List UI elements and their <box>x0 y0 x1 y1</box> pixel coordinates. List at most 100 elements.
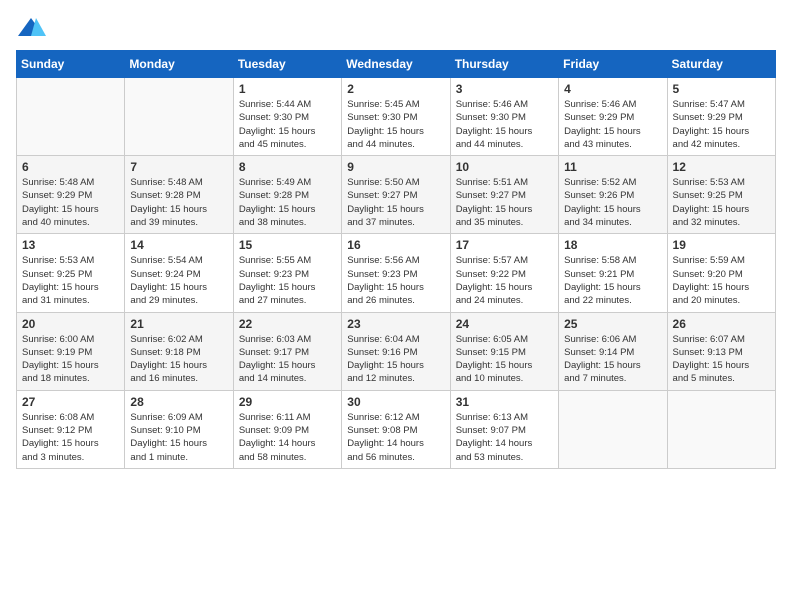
day-number: 25 <box>564 317 661 331</box>
day-info: Sunrise: 5:47 AM Sunset: 9:29 PM Dayligh… <box>673 98 770 151</box>
day-number: 26 <box>673 317 770 331</box>
calendar-cell: 13 Sunrise: 5:53 AM Sunset: 9:25 PM Dayli… <box>17 234 125 312</box>
day-info: Sunrise: 6:03 AM Sunset: 9:17 PM Dayligh… <box>239 333 336 386</box>
calendar-week-row: 6 Sunrise: 5:48 AM Sunset: 9:29 PM Daylig… <box>17 156 776 234</box>
calendar-cell: 24Sunrise: 6:05 AM Sunset: 9:15 PM Dayli… <box>450 312 558 390</box>
day-number: 7 <box>130 160 227 174</box>
calendar-cell: 1Sunrise: 5:44 AM Sunset: 9:30 PM Daylig… <box>233 78 341 156</box>
calendar-cell: 5 Sunrise: 5:47 AM Sunset: 9:29 PM Daylig… <box>667 78 775 156</box>
day-number: 30 <box>347 395 444 409</box>
calendar-header-row: SundayMondayTuesdayWednesdayThursdayFrid… <box>17 51 776 78</box>
calendar-cell: 31Sunrise: 6:13 AM Sunset: 9:07 PM Dayli… <box>450 390 558 468</box>
day-number: 10 <box>456 160 553 174</box>
day-info: Sunrise: 5:53 AM Sunset: 9:25 PM Dayligh… <box>673 176 770 229</box>
day-number: 24 <box>456 317 553 331</box>
day-number: 3 <box>456 82 553 96</box>
day-info: Sunrise: 6:00 AM Sunset: 9:19 PM Dayligh… <box>22 333 119 386</box>
day-of-week-header: Sunday <box>17 51 125 78</box>
day-info: Sunrise: 5:57 AM Sunset: 9:22 PM Dayligh… <box>456 254 553 307</box>
calendar-cell: 25 Sunrise: 6:06 AM Sunset: 9:14 PM Dayli… <box>559 312 667 390</box>
calendar-week-row: 20 Sunrise: 6:00 AM Sunset: 9:19 PM Dayli… <box>17 312 776 390</box>
day-number: 29 <box>239 395 336 409</box>
calendar-cell: 18 Sunrise: 5:58 AM Sunset: 9:21 PM Dayli… <box>559 234 667 312</box>
day-number: 21 <box>130 317 227 331</box>
calendar-cell: 30Sunrise: 6:12 AM Sunset: 9:08 PM Dayli… <box>342 390 450 468</box>
day-info: Sunrise: 5:48 AM Sunset: 9:29 PM Dayligh… <box>22 176 119 229</box>
day-number: 12 <box>673 160 770 174</box>
day-number: 27 <box>22 395 119 409</box>
calendar-cell: 8 Sunrise: 5:49 AM Sunset: 9:28 PM Daylig… <box>233 156 341 234</box>
calendar-cell: 16 Sunrise: 5:56 AM Sunset: 9:23 PM Dayli… <box>342 234 450 312</box>
day-info: Sunrise: 6:04 AM Sunset: 9:16 PM Dayligh… <box>347 333 444 386</box>
day-info: Sunrise: 5:55 AM Sunset: 9:23 PM Dayligh… <box>239 254 336 307</box>
calendar-cell <box>17 78 125 156</box>
calendar-cell: 7 Sunrise: 5:48 AM Sunset: 9:28 PM Daylig… <box>125 156 233 234</box>
day-info: Sunrise: 5:56 AM Sunset: 9:23 PM Dayligh… <box>347 254 444 307</box>
day-info: Sunrise: 5:52 AM Sunset: 9:26 PM Dayligh… <box>564 176 661 229</box>
day-number: 15 <box>239 238 336 252</box>
day-number: 2 <box>347 82 444 96</box>
day-of-week-header: Saturday <box>667 51 775 78</box>
day-number: 14 <box>130 238 227 252</box>
calendar-cell: 22Sunrise: 6:03 AM Sunset: 9:17 PM Dayli… <box>233 312 341 390</box>
day-info: Sunrise: 6:13 AM Sunset: 9:07 PM Dayligh… <box>456 411 553 464</box>
day-info: Sunrise: 5:53 AM Sunset: 9:25 PM Dayligh… <box>22 254 119 307</box>
calendar-cell: 28Sunrise: 6:09 AM Sunset: 9:10 PM Dayli… <box>125 390 233 468</box>
day-info: Sunrise: 5:49 AM Sunset: 9:28 PM Dayligh… <box>239 176 336 229</box>
day-number: 13 <box>22 238 119 252</box>
calendar-cell: 3 Sunrise: 5:46 AM Sunset: 9:30 PM Daylig… <box>450 78 558 156</box>
day-info: Sunrise: 5:58 AM Sunset: 9:21 PM Dayligh… <box>564 254 661 307</box>
day-info: Sunrise: 5:59 AM Sunset: 9:20 PM Dayligh… <box>673 254 770 307</box>
calendar-week-row: 1Sunrise: 5:44 AM Sunset: 9:30 PM Daylig… <box>17 78 776 156</box>
calendar-cell: 29 Sunrise: 6:11 AM Sunset: 9:09 PM Dayli… <box>233 390 341 468</box>
calendar-cell <box>125 78 233 156</box>
calendar-cell <box>559 390 667 468</box>
calendar-cell: 6 Sunrise: 5:48 AM Sunset: 9:29 PM Daylig… <box>17 156 125 234</box>
calendar-week-row: 27 Sunrise: 6:08 AM Sunset: 9:12 PM Dayli… <box>17 390 776 468</box>
day-info: Sunrise: 6:11 AM Sunset: 9:09 PM Dayligh… <box>239 411 336 464</box>
calendar-cell <box>667 390 775 468</box>
day-of-week-header: Friday <box>559 51 667 78</box>
day-number: 4 <box>564 82 661 96</box>
day-number: 11 <box>564 160 661 174</box>
day-of-week-header: Thursday <box>450 51 558 78</box>
calendar-cell: 20 Sunrise: 6:00 AM Sunset: 9:19 PM Dayli… <box>17 312 125 390</box>
calendar-cell: 10 Sunrise: 5:51 AM Sunset: 9:27 PM Dayli… <box>450 156 558 234</box>
calendar-cell: 26Sunrise: 6:07 AM Sunset: 9:13 PM Dayli… <box>667 312 775 390</box>
calendar: SundayMondayTuesdayWednesdayThursdayFrid… <box>16 50 776 469</box>
calendar-cell: 15 Sunrise: 5:55 AM Sunset: 9:23 PM Dayli… <box>233 234 341 312</box>
day-info: Sunrise: 6:06 AM Sunset: 9:14 PM Dayligh… <box>564 333 661 386</box>
logo-icon <box>16 16 46 40</box>
calendar-cell: 4 Sunrise: 5:46 AM Sunset: 9:29 PM Daylig… <box>559 78 667 156</box>
day-info: Sunrise: 5:48 AM Sunset: 9:28 PM Dayligh… <box>130 176 227 229</box>
day-info: Sunrise: 5:46 AM Sunset: 9:30 PM Dayligh… <box>456 98 553 151</box>
calendar-cell: 11 Sunrise: 5:52 AM Sunset: 9:26 PM Dayli… <box>559 156 667 234</box>
day-info: Sunrise: 6:08 AM Sunset: 9:12 PM Dayligh… <box>22 411 119 464</box>
day-info: Sunrise: 5:51 AM Sunset: 9:27 PM Dayligh… <box>456 176 553 229</box>
day-number: 1 <box>239 82 336 96</box>
day-number: 6 <box>22 160 119 174</box>
day-info: Sunrise: 6:02 AM Sunset: 9:18 PM Dayligh… <box>130 333 227 386</box>
day-info: Sunrise: 5:50 AM Sunset: 9:27 PM Dayligh… <box>347 176 444 229</box>
calendar-cell: 9 Sunrise: 5:50 AM Sunset: 9:27 PM Daylig… <box>342 156 450 234</box>
calendar-cell: 19 Sunrise: 5:59 AM Sunset: 9:20 PM Dayli… <box>667 234 775 312</box>
day-info: Sunrise: 5:45 AM Sunset: 9:30 PM Dayligh… <box>347 98 444 151</box>
day-number: 9 <box>347 160 444 174</box>
calendar-cell: 21 Sunrise: 6:02 AM Sunset: 9:18 PM Dayli… <box>125 312 233 390</box>
day-number: 19 <box>673 238 770 252</box>
day-number: 23 <box>347 317 444 331</box>
day-number: 20 <box>22 317 119 331</box>
day-of-week-header: Monday <box>125 51 233 78</box>
day-number: 5 <box>673 82 770 96</box>
day-number: 16 <box>347 238 444 252</box>
day-info: Sunrise: 5:46 AM Sunset: 9:29 PM Dayligh… <box>564 98 661 151</box>
day-number: 18 <box>564 238 661 252</box>
header <box>16 16 776 40</box>
day-number: 8 <box>239 160 336 174</box>
day-info: Sunrise: 5:54 AM Sunset: 9:24 PM Dayligh… <box>130 254 227 307</box>
day-of-week-header: Wednesday <box>342 51 450 78</box>
day-info: Sunrise: 6:09 AM Sunset: 9:10 PM Dayligh… <box>130 411 227 464</box>
calendar-week-row: 13 Sunrise: 5:53 AM Sunset: 9:25 PM Dayli… <box>17 234 776 312</box>
logo <box>16 16 50 40</box>
calendar-cell: 12 Sunrise: 5:53 AM Sunset: 9:25 PM Dayli… <box>667 156 775 234</box>
